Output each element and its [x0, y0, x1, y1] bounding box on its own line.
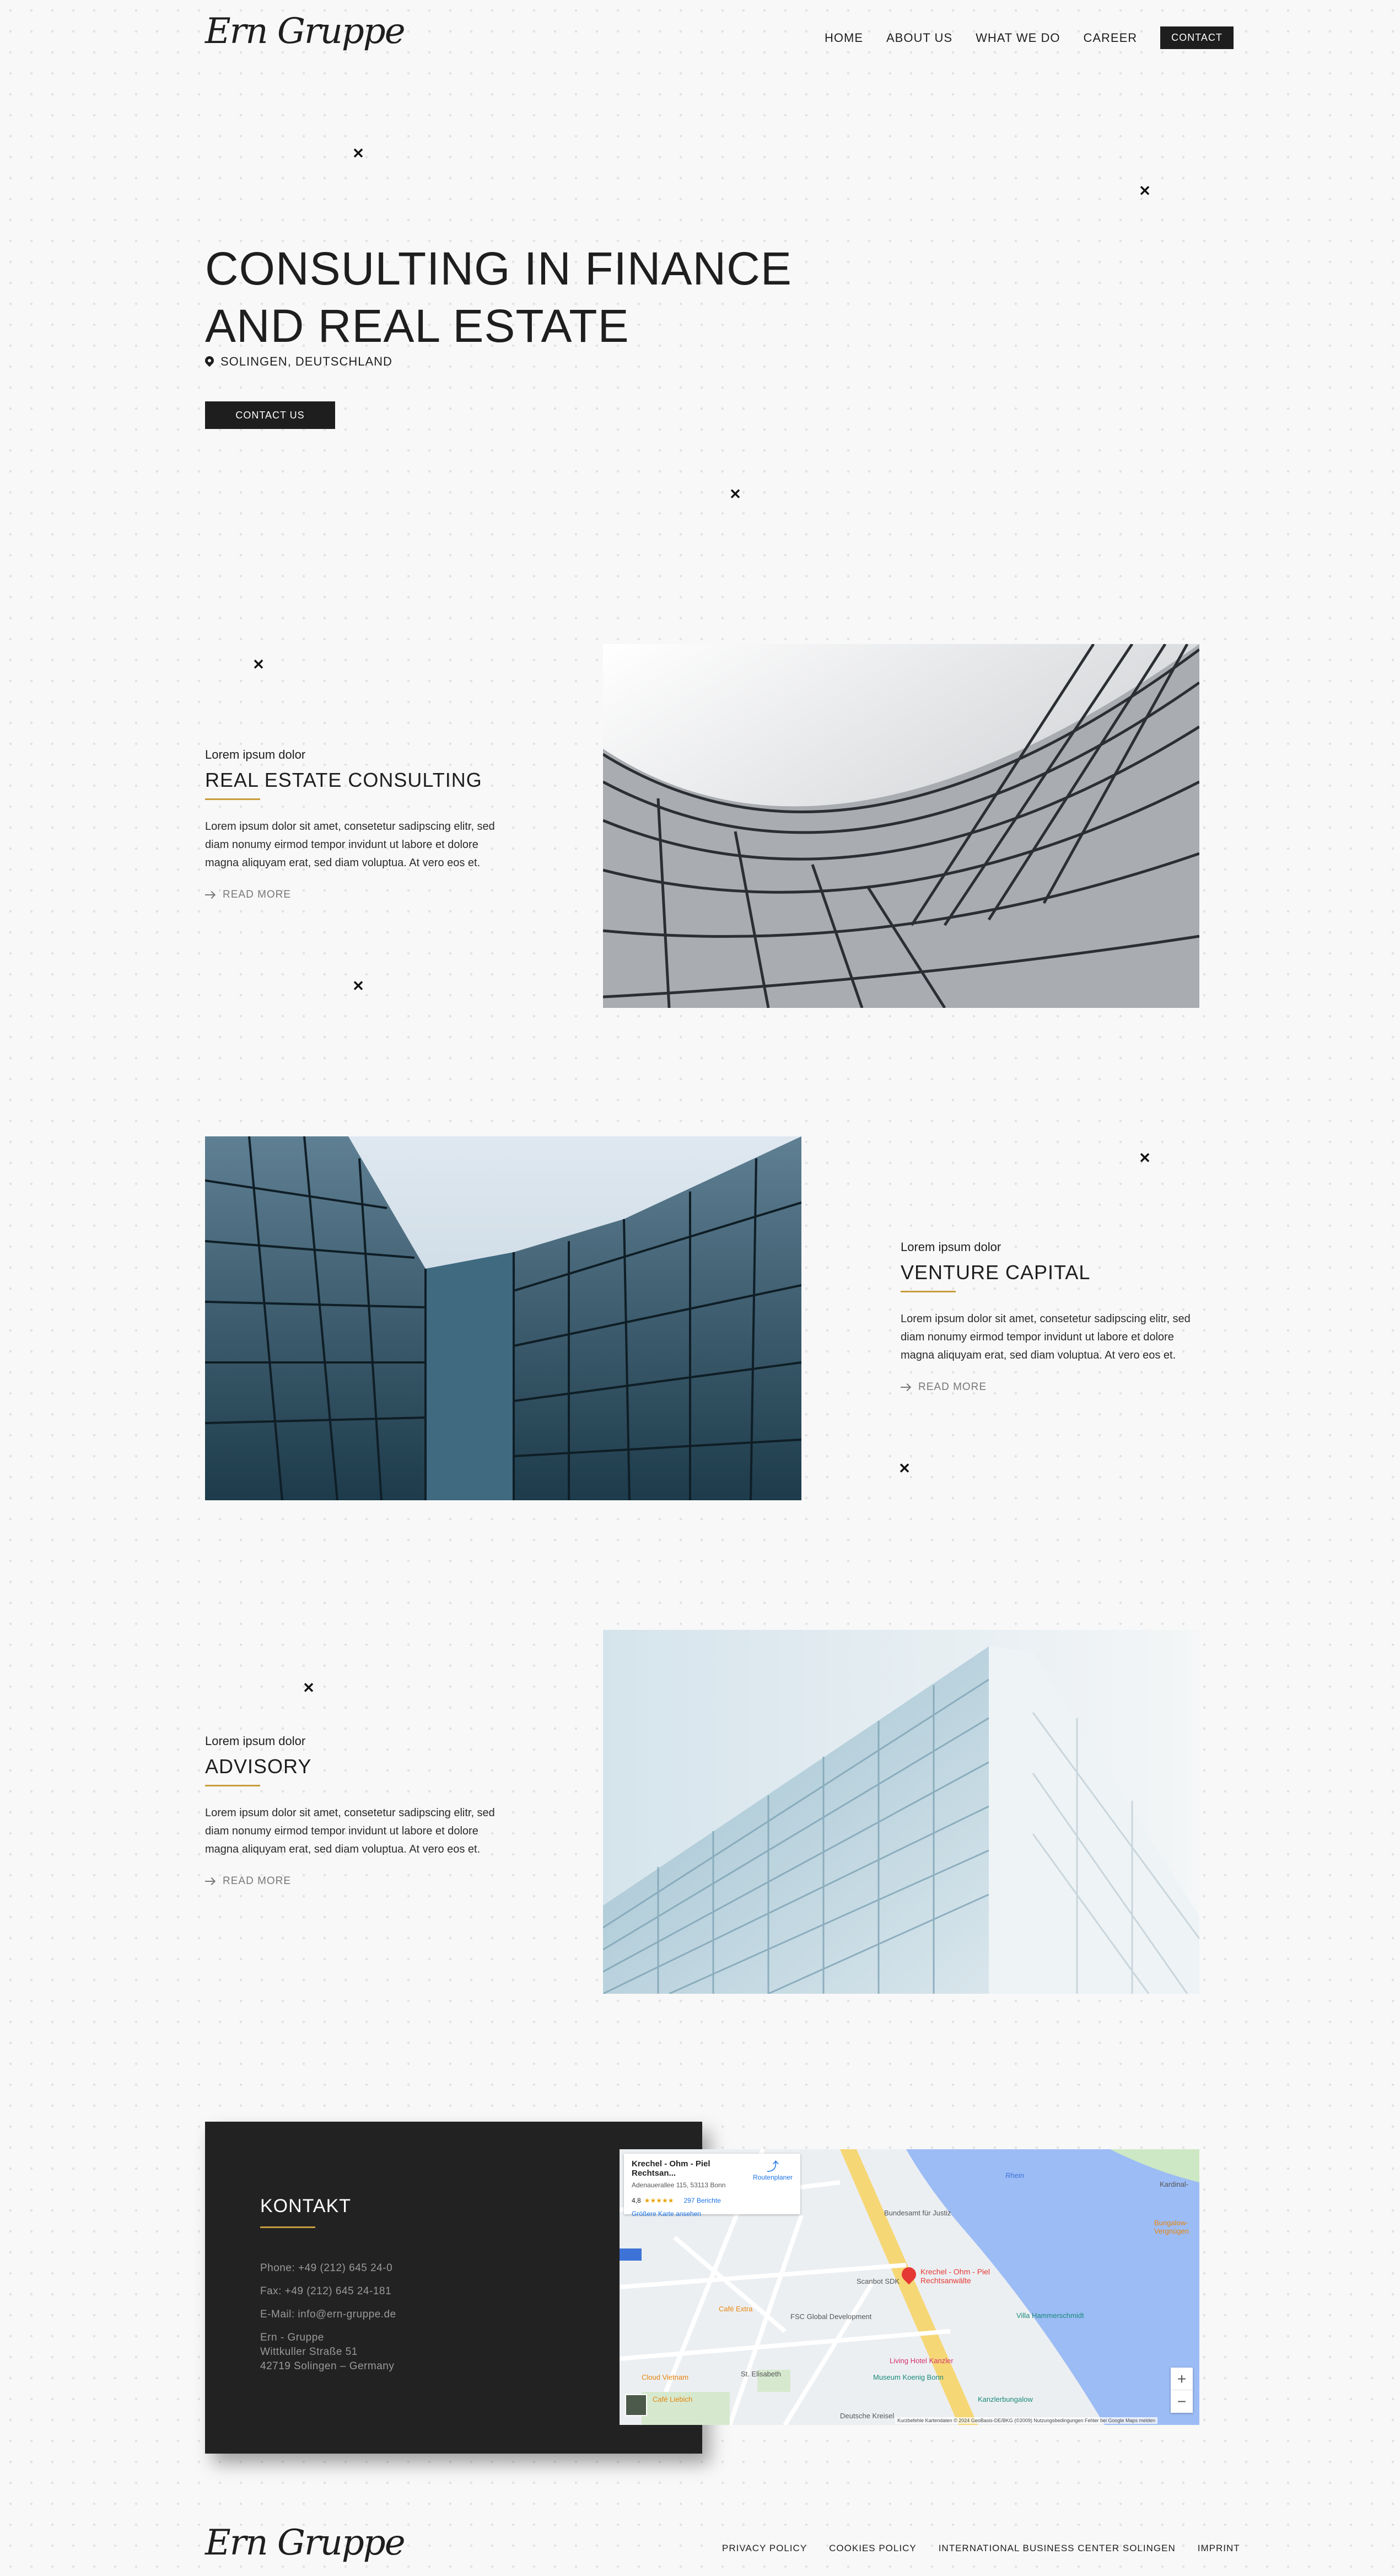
map-label: Museum Koenig Bonn	[873, 2373, 944, 2381]
place-rating: 4,8 ★★★★★ 297 Berichte	[632, 2197, 793, 2204]
logo-text: Ern Gruppe	[205, 2523, 406, 2563]
arrow-right-icon	[901, 1383, 911, 1391]
footer-nav: PRIVACY POLICY COOKIES POLICY INTERNATIO…	[722, 2543, 1240, 2554]
reviews-link[interactable]: 297 Berichte	[683, 2197, 720, 2204]
map-label: Deutsche Kreisel	[840, 2412, 895, 2420]
rating-stars: ★★★★★	[644, 2197, 674, 2204]
map-pin-label: Krechel - Ohm - Piel Rechtsanwälte	[920, 2267, 990, 2285]
footer-link-privacy[interactable]: PRIVACY POLICY	[722, 2543, 807, 2554]
read-more-link[interactable]: READ MORE	[205, 889, 514, 901]
address-line1: Ern - Gruppe	[260, 2332, 324, 2343]
decor-x-icon: ✕	[303, 1679, 315, 1696]
service-eyebrow: Lorem ipsum dolor	[901, 1240, 1001, 1254]
hero-title: CONSULTING IN FINANCE AND REAL ESTATE	[205, 240, 792, 355]
map-footer-text: Kurzbefehle Kartendaten © 2024 GeoBasis-…	[895, 2417, 1158, 2424]
footer-link-ibc-solingen[interactable]: INTERNATIONAL BUSINESS CENTER SOLINGEN	[939, 2543, 1176, 2554]
service-title: ADVISORY	[205, 1755, 312, 1778]
image-glass-facade-curve	[603, 644, 1199, 1008]
read-more-label: READ MORE	[223, 889, 292, 900]
map-label: Bungalow-Vergnügen	[1154, 2219, 1189, 2235]
contact-email[interactable]: E-Mail: info@ern-gruppe.de	[260, 2307, 396, 2322]
service-title: REAL ESTATE CONSULTING	[205, 769, 482, 791]
contact-us-button[interactable]: CONTACT US	[205, 401, 335, 429]
arrow-right-icon	[205, 1877, 215, 1885]
service-advisory: Lorem ipsum dolor ADVISORY Lorem ipsum d…	[205, 1734, 514, 1887]
decor-x-icon: ✕	[252, 656, 265, 673]
map-label: St. Elisabeth	[741, 2370, 781, 2378]
title-underline	[260, 2226, 315, 2228]
service-eyebrow: Lorem ipsum dolor	[205, 1734, 306, 1748]
main-nav: HOME ABOUT US WHAT WE DO CAREER CONTACT	[825, 26, 1234, 49]
image-glass-tower-light	[603, 1630, 1199, 1994]
nav-about-us[interactable]: ABOUT US	[886, 31, 952, 45]
service-text: Lorem ipsum dolor sit amet, consetetur s…	[901, 1313, 1191, 1361]
map-label: Scanbot SDK	[857, 2277, 900, 2285]
rating-value: 4,8	[632, 2197, 641, 2204]
service-text: Lorem ipsum dolor sit amet, consetetur s…	[205, 820, 495, 869]
contact-title: KONTAKT	[260, 2196, 352, 2217]
directions-label: Routenplaner	[752, 2174, 793, 2181]
map-label: Kanzlerbungalow	[978, 2395, 1033, 2403]
footer-logo[interactable]: Ern Gruppe	[205, 2523, 406, 2563]
map-label: Café Liebich	[653, 2395, 693, 2403]
map-label: Kardinal-	[1160, 2180, 1189, 2188]
title-underline	[205, 1785, 260, 1786]
map-label: Cloud Vietnam	[642, 2373, 689, 2381]
place-address: Adenauerallee 115, 53113 Bonn	[632, 2181, 726, 2189]
hero-location-text: SOLINGEN, DEUTSCHLAND	[220, 355, 392, 368]
map-place-card: Krechel - Ohm - Piel Rechtsan... Adenaue…	[624, 2154, 800, 2218]
zoom-in-button[interactable]: +	[1171, 2368, 1193, 2390]
title-underline	[205, 798, 260, 800]
contact-address: Ern - Gruppe Wittkuller Straße 51 42719 …	[260, 2331, 394, 2374]
directions-button[interactable]: ⤴ Routenplaner	[752, 2160, 793, 2182]
hero-title-line1: CONSULTING IN FINANCE	[205, 243, 792, 294]
header-logo[interactable]: Ern Gruppe	[205, 11, 406, 52]
address-line3: 42719 Solingen – Germany	[260, 2360, 395, 2372]
contact-fax: Fax: +49 (212) 645 24-181	[260, 2285, 392, 2297]
nav-career[interactable]: CAREER	[1083, 31, 1137, 45]
read-more-label: READ MORE	[223, 1875, 292, 1887]
decor-x-icon: ✕	[352, 978, 364, 994]
directions-icon: ⤴	[766, 2160, 779, 2174]
service-text: Lorem ipsum dolor sit amet, consetetur s…	[205, 1807, 495, 1855]
nav-what-we-do[interactable]: WHAT WE DO	[976, 31, 1060, 45]
map-label: Living Hotel Kanzler	[890, 2357, 954, 2365]
title-underline	[901, 1291, 956, 1292]
decor-x-icon: ✕	[1139, 1150, 1151, 1166]
decor-x-icon: ✕	[729, 486, 741, 502]
hero-location: SOLINGEN, DEUTSCHLAND	[205, 355, 392, 369]
decor-x-icon: ✕	[1139, 183, 1151, 199]
read-more-link[interactable]: READ MORE	[901, 1381, 1209, 1393]
arrow-right-icon	[205, 891, 215, 899]
map-zoom-controls: + −	[1171, 2368, 1193, 2413]
read-more-link[interactable]: READ MORE	[205, 1875, 514, 1887]
google-map[interactable]: Bundesamt für Justiz Scanbot SDK FSC Glo…	[620, 2149, 1199, 2425]
logo-text: Ern Gruppe	[205, 11, 406, 52]
read-more-label: READ MORE	[918, 1381, 987, 1393]
place-name: Krechel - Ohm - Piel Rechtsan...	[632, 2159, 710, 2178]
service-real-estate: Lorem ipsum dolor REAL ESTATE CONSULTING…	[205, 748, 514, 901]
map-label: Café Extra	[719, 2305, 753, 2313]
image-glass-building-blue	[205, 1136, 801, 1500]
service-venture-capital: Lorem ipsum dolor VENTURE CAPITAL Lorem …	[901, 1240, 1209, 1393]
footer-link-imprint[interactable]: IMPRINT	[1198, 2543, 1240, 2554]
larger-map-link[interactable]: Größere Karte ansehen	[632, 2210, 793, 2218]
zoom-out-button[interactable]: −	[1171, 2390, 1193, 2413]
address-line2: Wittkuller Straße 51	[260, 2346, 358, 2358]
map-label: FSC Global Development	[790, 2312, 872, 2321]
map-pin-icon	[205, 356, 214, 367]
footer-link-cookies[interactable]: COOKIES POLICY	[829, 2543, 917, 2554]
nav-contact-button[interactable]: CONTACT	[1160, 26, 1234, 49]
contact-phone[interactable]: Phone: +49 (212) 645 24-0	[260, 2261, 392, 2276]
nav-home[interactable]: HOME	[825, 31, 863, 45]
map-label: Villa Hammerschmidt	[1016, 2311, 1084, 2320]
service-title: VENTURE CAPITAL	[901, 1261, 1091, 1284]
service-eyebrow: Lorem ipsum dolor	[205, 748, 306, 761]
hero-title-line2: AND REAL ESTATE	[205, 300, 629, 352]
decor-x-icon: ✕	[898, 1460, 911, 1477]
decor-x-icon: ✕	[352, 145, 364, 162]
map-label: Bundesamt für Justiz	[884, 2209, 951, 2217]
satellite-toggle[interactable]	[625, 2394, 647, 2416]
map-label: Rhein	[1005, 2171, 1024, 2180]
